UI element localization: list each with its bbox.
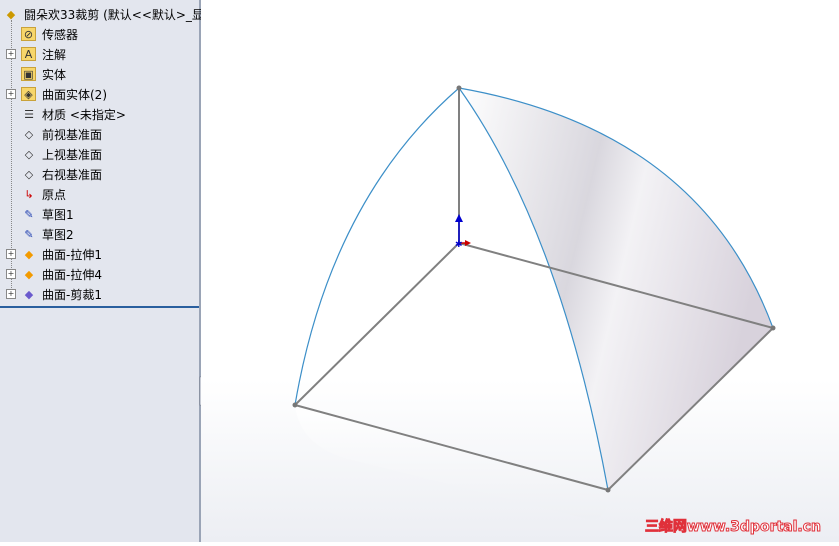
surface-extrude-icon: ◆ [24,267,34,281]
tree-item-label: 注解 [42,47,67,62]
tree-item[interactable]: + A 注解 [0,44,199,64]
tree-item-label: 曲面实体(2) [42,87,107,102]
plane-icon: ◇ [24,127,34,141]
model-view: ✱ [292,85,776,520]
tree-item-label: 草图1 [42,207,74,222]
tree-item[interactable]: ◇ 前视基准面 [0,124,199,144]
tree-item-label: 实体 [42,67,67,82]
tree-item[interactable]: ◇ 上视基准面 [0,144,199,164]
feature-tree: ◆ 闘朵欢33裁剪 (默认<<默认>_显 ⊘ 传感器 + A 注解 ▣ 实体 + ◈ 曲面实体(2… [0,0,204,542]
lower-shadow-face [295,405,609,520]
tree-item-label: 曲面-拉伸4 [42,267,102,282]
tree-item[interactable]: ↳ 原点 [0,184,199,204]
shaded-surface [459,88,773,490]
tree-item[interactable]: + ◆ 曲面-拉伸1 [0,244,199,264]
expand-icon[interactable]: + [6,89,16,99]
solid-body-folder-icon: ▣ [21,67,36,81]
annotation-folder-icon: A [21,47,36,61]
tree-item[interactable]: ✎ 草图2 [0,224,199,244]
tree-item-label: 原点 [42,187,67,202]
material-icon: ☰ [24,107,34,121]
vertex [456,85,462,91]
tree-item[interactable]: ◇ 右视基准面 [0,164,199,184]
sketch-icon: ✎ [24,227,34,241]
plane-icon: ◇ [24,147,34,161]
tree-item[interactable]: + ◆ 曲面-拉伸4 [0,264,199,284]
tree-item-label: 上视基准面 [42,147,103,162]
expand-icon[interactable]: + [6,269,16,279]
tree-item-label: 传感器 [42,27,79,42]
sketch-line [294,242,460,406]
vertex [605,487,611,493]
watermark: 三维网www.3dportal.cn [644,519,821,536]
tree-item-label: 材质 <未指定> [42,107,126,122]
tree-item[interactable]: + ◈ 曲面实体(2) [0,84,199,104]
tree-root[interactable]: ◆ 闘朵欢33裁剪 (默认<<默认>_显 [0,4,204,24]
tree-item[interactable]: ▣ 实体 [0,64,199,84]
tree-separator [0,306,199,308]
tree-item[interactable]: + ◆ 曲面-剪裁1 [0,284,199,304]
vertex [292,402,298,408]
tree-item[interactable]: ⊘ 传感器 [0,24,199,44]
vertex [770,325,776,331]
svg-text:✱: ✱ [455,240,463,250]
tree-item-label: 右视基准面 [42,167,103,182]
origin-icon: ↳ [24,187,34,201]
tree-item[interactable]: ☰ 材质 <未指定> [0,104,199,124]
surface-trim-icon: ◆ [24,287,34,301]
graphics-viewport[interactable]: ✱ 三维网www.3dportal.cn [201,0,839,542]
part-name: 闘朵欢33裁剪 (默认<<默认>_显 [24,7,204,22]
expand-icon[interactable]: + [6,289,16,299]
surface-body-folder-icon: ◈ [21,87,36,101]
surface-extrude-icon: ◆ [24,247,34,261]
tree-item-label: 草图2 [42,227,74,242]
expand-icon[interactable]: + [6,49,16,59]
sensor-folder-icon: ⊘ [21,27,36,41]
tree-item-label: 曲面-剪裁1 [42,287,102,302]
tree-item-label: 曲面-拉伸1 [42,247,102,262]
left-edge-curve [294,87,460,406]
plane-icon: ◇ [24,167,34,181]
tree-item[interactable]: ✎ 草图1 [0,204,199,224]
expand-icon[interactable]: + [6,249,16,259]
sketch-icon: ✎ [24,207,34,221]
tree-item-label: 前视基准面 [42,127,103,142]
